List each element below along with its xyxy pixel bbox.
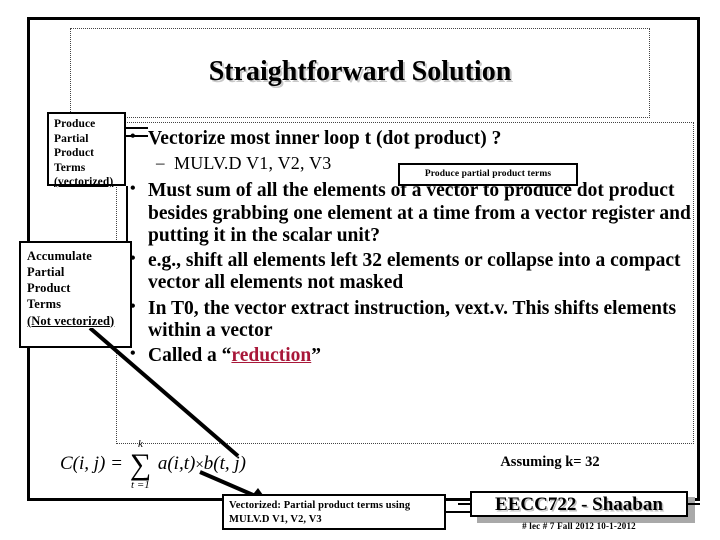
callout-box-accumulate-partial-product-terms: Accumulate Partial Product Terms (Not ve… — [19, 241, 132, 348]
produce-line-4: Terms — [54, 161, 86, 174]
connector-produce-to-accumulate — [126, 186, 128, 242]
bullet-item-4: • In T0, the vector extract instruction,… — [126, 298, 692, 342]
formula-term-b: b(t, j) — [203, 453, 247, 475]
bullet-text-1: Vectorize most inner loop t (dot product… — [148, 128, 502, 149]
bullet-text-5-prefix: Called a “ — [148, 344, 232, 366]
bullet-item-2: • Must sum of all the elements of a vect… — [126, 180, 692, 247]
summation-lower-limit: t =1 — [131, 478, 150, 491]
bullet-dot-icon: • — [130, 127, 136, 147]
produce-line-3: Product — [54, 147, 95, 160]
footer-brand: EECC722 - Shaaban — [470, 491, 688, 517]
assuming-k-note: Assuming k= 32 — [500, 454, 600, 470]
bullet-text-5-suffix: ” — [311, 344, 321, 366]
bullet-text-4: In T0, the vector extract instruction, v… — [148, 297, 677, 341]
reduction-link[interactable]: reduction — [231, 345, 311, 366]
sub-bullet-dash-icon: – — [156, 153, 165, 173]
brand-right-tick — [688, 503, 700, 505]
callout-box-vectorized-partial-product: Vectorized: Partial product terms using … — [222, 494, 446, 530]
accumulate-line-2: Partial — [27, 265, 65, 280]
sub-bullet-text-1: MULV.D V1, V2, V3 — [174, 153, 332, 174]
footer-lecture-info: # lec # 7 Fall 2012 10-1-2012 — [522, 521, 636, 531]
bullet-item-3: • e.g., shift all elements left 32 eleme… — [126, 250, 692, 294]
page-title: Straightforward Solution — [208, 56, 512, 87]
sigma-icon: ∑ — [129, 448, 152, 481]
accumulate-line-3: Product — [27, 281, 71, 296]
formula-term-a: a(i,t) — [157, 453, 196, 475]
accumulate-line-4: Terms — [27, 297, 62, 312]
connector-produce-bottom — [126, 135, 148, 137]
accumulate-line-1: Accumulate — [27, 249, 92, 263]
matrix-multiply-formula: C(i, j) = k ∑ t =1 a(i,t)×b(t, j) — [60, 438, 247, 491]
produce-line-5: (vectorized) — [54, 176, 114, 189]
bullet-item-1: • Vectorize most inner loop t (dot produ… — [126, 128, 692, 150]
formula-lhs: C(i, j) = — [60, 453, 123, 475]
produce-line-1: Produce — [54, 118, 96, 130]
bullet-item-5: • Called a “reduction” — [126, 345, 692, 367]
connector-bottom-callout-to-brand — [446, 511, 470, 513]
multiply-icon: × — [195, 457, 204, 474]
callout-produce-partial-product-terms: Produce partial product terms — [398, 163, 578, 186]
bottom-callout-line-2: MULV.D V1, V2, V3 — [229, 514, 322, 526]
accumulate-line-5: (Not vectorized) — [27, 313, 115, 328]
connector-produce-top — [126, 127, 148, 129]
bullet-text-2: Must sum of all the elements of a vector… — [148, 180, 691, 246]
bullet-text-3: e.g., shift all elements left 32 element… — [148, 250, 681, 294]
bullet-dot-icon: • — [130, 180, 136, 198]
produce-line-2: Partial — [54, 132, 89, 145]
callout-box-produce-partial-product-terms: Produce Partial Product Terms (vectorize… — [47, 112, 126, 188]
bottom-callout-line-1: Vectorized: Partial product terms using — [229, 500, 411, 511]
summation-symbol: k ∑ t =1 — [129, 438, 152, 491]
slide-canvas: Straightforward Solution • Vectorize mos… — [0, 0, 720, 540]
summation-upper-limit: k — [137, 438, 143, 450]
